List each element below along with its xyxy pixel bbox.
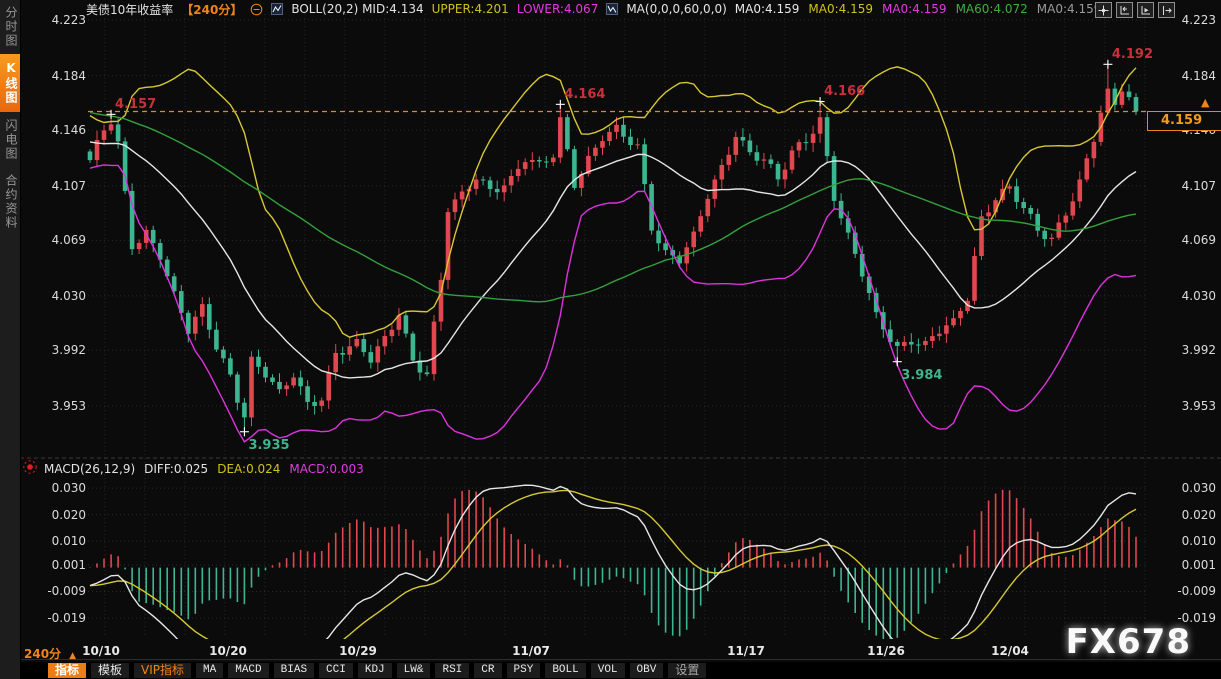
minus-circle-icon[interactable]	[250, 3, 263, 16]
macd-dea-value: DEA:0.024	[217, 462, 280, 476]
boll-values: BOLL(20,2) MID:4.134	[291, 2, 423, 16]
toolbar-button-vip指标[interactable]: VIP指标	[134, 663, 191, 678]
price-annotation: 4.166	[824, 84, 865, 99]
y-axis-label-left: 4.107	[24, 179, 86, 193]
ma-value: MA60:4.072	[956, 2, 1028, 16]
period-label[interactable]: 【240分】	[181, 1, 242, 18]
axis-play-icon[interactable]	[1137, 2, 1154, 18]
y-axis-label-left: 4.223	[24, 13, 86, 27]
y-axis-label-left: 3.992	[24, 343, 86, 357]
sidebar-tab-2[interactable]: K线图	[0, 54, 20, 112]
price-annotation: 3.984	[901, 368, 942, 383]
indicator-toolbar: 指标模板 VIP指标 MA MACD BIAS CCI KDJ LW&RSI CR PSY BOLL…	[20, 662, 1221, 679]
y-axis-label-right: 3.953	[1150, 399, 1216, 413]
ma-value: MA0:4.159	[1037, 2, 1102, 16]
macd-axis-label-left: 0.030	[24, 481, 86, 495]
sidebar-tab-3[interactable]: 闪电图	[0, 116, 20, 164]
y-axis-label-left: 4.184	[24, 69, 86, 83]
x-axis-date-label: 12/04	[991, 644, 1029, 658]
candlestick-chart-canvas[interactable]	[0, 0, 1221, 679]
collapse-right-icon[interactable]	[1158, 2, 1175, 18]
symbol-title: 美债10年收益率	[86, 1, 173, 18]
macd-axis-label-left: 0.020	[24, 508, 86, 522]
toolbar-button-vol[interactable]: VOL	[591, 663, 625, 678]
ma-value: MA0:4.159	[735, 2, 800, 16]
y-axis-label-left: 4.069	[24, 233, 86, 247]
current-price-box: 4.159	[1147, 111, 1221, 131]
price-annotation: 4.157	[115, 97, 156, 112]
axis-shrink-icon[interactable]	[1116, 2, 1133, 18]
ma-value: MA0:4.159	[808, 2, 873, 16]
x-axis-date-label: 10/20	[209, 644, 247, 658]
macd-axis-label-right: -0.009	[1150, 584, 1216, 598]
ma-value: MA0:4.159	[882, 2, 947, 16]
macd-params-label: MACD(26,12,9)	[44, 462, 135, 476]
boll-indicator-icon[interactable]	[271, 3, 283, 15]
toolbar-button-模板[interactable]: 模板	[91, 663, 129, 678]
macd-diff-value: DIFF:0.025	[144, 462, 208, 476]
ma-values: MA0:4.159 MA0:4.159 MA0:4.159 MA60:4.072 MA0…	[735, 2, 1102, 16]
boll-lower-value: LOWER:4.067	[517, 2, 599, 16]
macd-axis-label-right: 0.020	[1150, 508, 1216, 522]
macd-axis-label-left: 0.001	[24, 558, 86, 572]
red-burst-icon[interactable]	[22, 459, 38, 479]
x-axis-date-label: 10/10	[82, 644, 120, 658]
watermark-logo: FX678	[1066, 622, 1191, 662]
toolbar-button-rsi[interactable]: RSI	[435, 663, 469, 678]
price-annotation: 4.192	[1112, 47, 1153, 62]
macd-axis-label-right: 0.030	[1150, 481, 1216, 495]
toolbar-button-lw[interactable]: LW&	[397, 663, 431, 678]
price-annotation: 4.164	[564, 87, 605, 102]
current-price-value: 4.159	[1161, 113, 1202, 128]
toolbar-button-macd[interactable]: MACD	[228, 663, 268, 678]
x-axis-date-label: 11/26	[867, 644, 905, 658]
macd-macd-value: MACD:0.003	[289, 462, 363, 476]
macd-axis-label-left: 0.010	[24, 534, 86, 548]
y-axis-label-right: 4.030	[1150, 289, 1216, 303]
triangle-up-icon: ▲	[69, 651, 76, 661]
boll-upper-value: UPPER:4.201	[432, 2, 509, 16]
toolbar-button-kdj[interactable]: KDJ	[358, 663, 392, 678]
chart-window-controls	[1095, 2, 1175, 18]
toolbar-button-boll[interactable]: BOLL	[545, 663, 585, 678]
y-axis-label-right: 3.992	[1150, 343, 1216, 357]
toolbar-button-设置[interactable]: 设置	[668, 663, 706, 678]
price-annotation: 3.935	[248, 438, 289, 453]
toolbar-button-cci[interactable]: CCI	[319, 663, 353, 678]
y-axis-label-left: 3.953	[24, 399, 86, 413]
macd-header: MACD(26,12,9) DIFF:0.025 DEA:0.024 MACD:…	[44, 462, 364, 476]
x-axis-date-label: 11/07	[512, 644, 550, 658]
toolbar-button-obv[interactable]: OBV	[630, 663, 664, 678]
macd-axis-label-left: -0.009	[24, 584, 86, 598]
y-axis-label-left: 4.146	[24, 123, 86, 137]
period-text: 240分	[24, 647, 61, 661]
y-axis-label-right: 4.069	[1150, 233, 1216, 247]
toolbar-button-bias[interactable]: BIAS	[274, 663, 314, 678]
sidebar: 分时图 K线图闪电图合约资料	[0, 0, 21, 679]
chart-header: 美债10年收益率 【240分】 BOLL(20,2) MID:4.134 UPP…	[86, 1, 1101, 17]
sidebar-tab-1[interactable]: 分时图	[0, 4, 20, 50]
sidebar-tab-4[interactable]: 合约资料	[0, 170, 20, 234]
ma-params: MA(0,0,0,60,0,0)	[626, 2, 726, 16]
price-up-arrow-icon: ▲	[1201, 96, 1209, 109]
toolbar-button-cr[interactable]: CR	[474, 663, 501, 678]
y-axis-label-right: 4.184	[1150, 69, 1216, 83]
y-axis-label-right: 4.107	[1150, 179, 1216, 193]
x-axis-date-label: 11/17	[727, 644, 765, 658]
x-axis-date-label: 10/29	[339, 644, 377, 658]
macd-axis-label-right: 0.001	[1150, 558, 1216, 572]
toolbar-button-ma[interactable]: MA	[196, 663, 223, 678]
macd-axis-label-right: 0.010	[1150, 534, 1216, 548]
toolbar-button-指标[interactable]: 指标	[48, 663, 86, 678]
macd-axis-label-left: -0.019	[24, 611, 86, 625]
y-axis-label-left: 4.030	[24, 289, 86, 303]
period-selector[interactable]: 240分 ▲	[24, 645, 76, 662]
ma-indicator-icon[interactable]	[606, 3, 618, 15]
toolbar-button-psy[interactable]: PSY	[507, 663, 541, 678]
pan-icon[interactable]	[1095, 2, 1112, 18]
trading-app: 分时图 K线图闪电图合约资料 美债10年收益率 【240分】 BOLL(20,2)…	[0, 0, 1221, 679]
